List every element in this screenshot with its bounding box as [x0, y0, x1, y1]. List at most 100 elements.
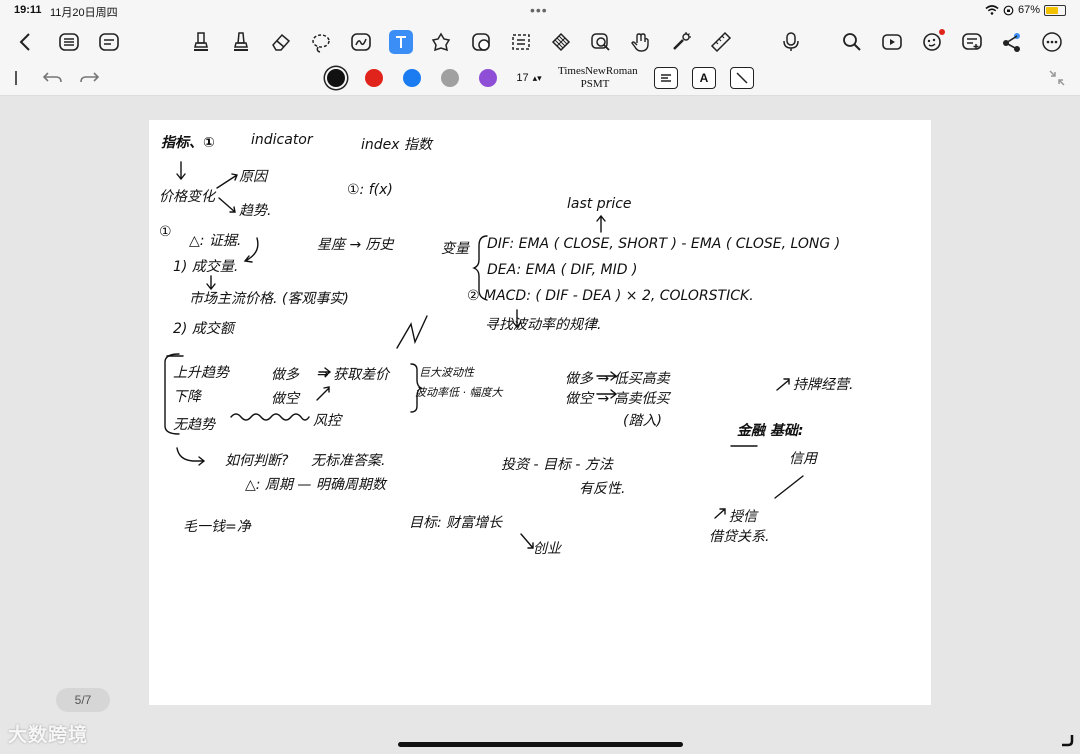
select-icon[interactable]: [509, 30, 533, 54]
format-toolbar: 17 ▴▾ TimesNewRoman PSMT A: [0, 62, 1080, 96]
redo-icon[interactable]: [78, 67, 100, 89]
presentation-icon[interactable]: [880, 30, 904, 54]
note-line: 持牌经营.: [793, 377, 854, 393]
note-line: 有反性.: [579, 481, 626, 497]
color-blue[interactable]: [402, 67, 422, 89]
note-line: last price: [567, 196, 632, 212]
status-right: 67%: [985, 4, 1066, 16]
battery-percent: 67%: [1017, 4, 1040, 16]
note-line: 目标: 财富增长: [409, 515, 503, 531]
ruler-icon[interactable]: [709, 30, 733, 54]
note-line: DIF: EMA ( CLOSE, SHORT ) - EMA ( CLOSE,…: [487, 236, 841, 252]
note-line: 变量: [441, 241, 469, 257]
note-line: ①: [159, 224, 172, 240]
color-gray[interactable]: [440, 67, 460, 89]
note-line: 风控: [313, 413, 341, 429]
note-line: 做空 → 高卖低买: [565, 391, 670, 407]
cursor-icon[interactable]: [12, 67, 20, 89]
note-line: △: 周期 — 明确周期数: [245, 477, 386, 493]
multitask-dots[interactable]: •••: [530, 2, 548, 18]
font-name-picker[interactable]: TimesNewRoman PSMT: [558, 65, 638, 91]
note-line: DEA: EMA ( DIF, MID ): [487, 262, 638, 278]
note-line: 巨大波动性: [419, 366, 474, 379]
zoom-window-icon[interactable]: [589, 30, 613, 54]
color-red[interactable]: [364, 67, 384, 89]
note-line: index 指数: [361, 137, 432, 153]
color-purple[interactable]: [478, 67, 498, 89]
align-button[interactable]: [654, 67, 678, 89]
note-line: 金融 基础:: [737, 423, 804, 439]
main-toolbar: [0, 22, 1080, 62]
slash-icon: [730, 67, 754, 89]
page-indicator[interactable]: 5/7: [56, 688, 110, 712]
home-indicator[interactable]: [398, 742, 683, 747]
hand-icon[interactable]: [629, 30, 653, 54]
outline-icon[interactable]: [57, 30, 81, 54]
sticker-icon[interactable]: [429, 30, 453, 54]
note-line: 寻找波动率的规律.: [485, 317, 602, 333]
battery-icon: [1044, 4, 1066, 16]
text-tool-icon[interactable]: [389, 30, 413, 54]
undo-icon[interactable]: [42, 67, 64, 89]
shape-icon[interactable]: [349, 30, 373, 54]
lasso-icon[interactable]: [309, 30, 333, 54]
note-line: △: 证据.: [189, 233, 242, 249]
wifi-icon: [985, 5, 999, 15]
comment-icon[interactable]: [960, 30, 984, 54]
collapse-icon[interactable]: [1046, 67, 1068, 89]
note-line: 市场主流价格. (客观事实): [189, 291, 349, 307]
font-size-stepper[interactable]: 17 ▴▾: [514, 67, 544, 89]
note-line: ①: f(x): [347, 182, 393, 198]
align-icon: [654, 67, 678, 89]
note-line: 做多: [271, 367, 299, 383]
note-line: 价格变化: [159, 189, 215, 205]
grid-icon[interactable]: [549, 30, 573, 54]
note-line: 波动率低 · 幅度大: [415, 386, 503, 399]
back-icon[interactable]: [14, 30, 38, 54]
note-line: ② MACD: ( DIF - DEA ) × 2, COLORSTICK.: [467, 288, 754, 304]
note-line: 上升趋势: [173, 365, 229, 381]
stepper-arrows-icon: ▴▾: [532, 72, 542, 83]
line-style-button[interactable]: [730, 67, 754, 89]
status-date: 11月20日周四: [50, 7, 118, 19]
note-line: → 获取差价: [317, 367, 390, 383]
note-line: 授信: [729, 509, 757, 525]
rotation-lock-icon: [1003, 5, 1014, 15]
note-line: 无趋势: [173, 417, 215, 433]
microphone-icon[interactable]: [779, 30, 803, 54]
font-size-value: 17: [516, 72, 529, 84]
eraser-icon[interactable]: [269, 30, 293, 54]
note-line: (踏入): [623, 413, 662, 429]
note-line: 创业: [533, 541, 561, 557]
note-line: 如何判断?: [225, 453, 289, 469]
status-bar: 19:11 11月20日周四 ••• 67%: [0, 0, 1080, 22]
laser-icon[interactable]: [669, 30, 693, 54]
note-line: 信用: [789, 451, 817, 467]
note-line: 星座 → 历史: [317, 237, 394, 253]
share-icon[interactable]: [1000, 30, 1024, 54]
note-line: 趋势.: [239, 203, 272, 219]
note-line: 1) 成交量.: [173, 259, 239, 275]
page-list-icon[interactable]: [97, 30, 121, 54]
search-icon[interactable]: [840, 30, 864, 54]
note-line: 下降: [173, 389, 201, 405]
note-page[interactable]: 指标、① indicator index 指数 价格变化 原因 趋势. ①: f…: [149, 120, 931, 705]
color-black[interactable]: [326, 67, 346, 89]
pen-icon[interactable]: [189, 30, 213, 54]
text-style-button[interactable]: A: [692, 67, 716, 89]
note-line: 指标、①: [161, 135, 215, 151]
note-line: 毛一钱=净: [183, 519, 251, 535]
status-time: 19:11: [14, 4, 42, 16]
note-line: 无标准答案.: [311, 453, 386, 469]
watermark: 大数跨境: [8, 725, 89, 746]
more-icon[interactable]: [1040, 30, 1064, 54]
resize-corner-icon[interactable]: [1060, 733, 1074, 747]
ai-icon[interactable]: [920, 29, 945, 54]
element-icon[interactable]: [469, 30, 493, 54]
note-line: 做多 → 低买高卖: [565, 371, 670, 387]
note-line: 做空: [271, 391, 299, 407]
text-style-label: A: [692, 67, 716, 89]
notification-dot: [939, 29, 945, 35]
highlighter-icon[interactable]: [229, 30, 253, 54]
note-line: 投资 - 目标 - 方法: [501, 457, 613, 473]
